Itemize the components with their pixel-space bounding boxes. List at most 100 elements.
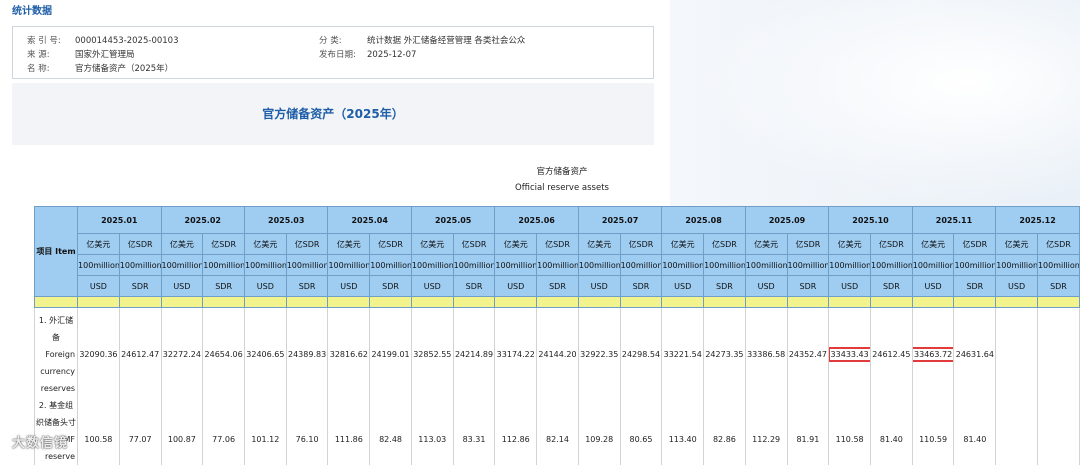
month-header: 2025.06 xyxy=(495,207,578,234)
empty-cell xyxy=(578,397,620,414)
empty-cell xyxy=(871,380,913,397)
table-row: reserve xyxy=(35,448,1080,465)
empty-cell xyxy=(662,312,704,329)
unit-sdr-header: SDR xyxy=(537,276,579,297)
empty-cell xyxy=(161,414,203,431)
table-row: reserves xyxy=(35,380,1080,397)
empty-cell xyxy=(286,312,328,329)
unit-usd-header: 亿美元 xyxy=(244,234,286,255)
header-divider xyxy=(453,297,495,308)
empty-cell xyxy=(745,312,787,329)
unit-usd-header: 亿美元 xyxy=(328,234,370,255)
unit-usd-header: 亿美元 xyxy=(495,234,537,255)
empty-cell xyxy=(662,380,704,397)
month-header: 2025.12 xyxy=(996,207,1080,234)
unit-usd-header: USD xyxy=(161,276,203,297)
empty-cell xyxy=(370,380,412,397)
empty-cell xyxy=(954,380,996,397)
category-value: 统计数据 外汇储备经营管理 各类社会公众 xyxy=(367,36,525,46)
empty-cell xyxy=(411,329,453,346)
cell-value xyxy=(1057,440,1059,442)
empty-cell xyxy=(411,380,453,397)
empty-cell xyxy=(829,397,871,414)
empty-cell xyxy=(745,363,787,380)
empty-cell xyxy=(495,312,537,329)
unit-sdr-header: 亿SDR xyxy=(1037,234,1079,255)
empty-cell xyxy=(871,448,913,465)
empty-cell xyxy=(203,329,245,346)
empty-cell xyxy=(954,312,996,329)
item-header: 项目 Item xyxy=(35,207,78,297)
empty-cell xyxy=(1037,414,1079,431)
header-divider xyxy=(787,297,829,308)
value-cell: 100.58 xyxy=(78,431,120,448)
value-cell: 24298.54 xyxy=(620,346,662,363)
cell-value: 24654.06 xyxy=(204,349,244,360)
month-header: 2025.11 xyxy=(912,207,995,234)
empty-cell xyxy=(119,414,161,431)
empty-cell xyxy=(119,397,161,414)
table-row: IMF100.5877.07100.8777.06101.1276.10111.… xyxy=(35,431,1080,448)
unit-sdr-header: SDR xyxy=(871,276,913,297)
row-label: reserves xyxy=(35,380,78,397)
empty-cell xyxy=(453,380,495,397)
value-cell: 24631.64 xyxy=(954,346,996,363)
month-header: 2025.09 xyxy=(745,207,828,234)
empty-cell xyxy=(829,363,871,380)
date-label: 发布日期: xyxy=(319,48,367,60)
empty-cell xyxy=(578,448,620,465)
empty-cell xyxy=(996,397,1038,414)
empty-cell xyxy=(370,329,412,346)
empty-cell xyxy=(161,312,203,329)
header-divider xyxy=(495,297,537,308)
unit-sdr-header: 100million xyxy=(537,255,579,276)
highlighted-value: 33433.43 xyxy=(830,349,870,360)
empty-cell xyxy=(620,363,662,380)
unit-sdr-header: 100million xyxy=(704,255,746,276)
value-cell: 33221.54 xyxy=(662,346,704,363)
empty-cell xyxy=(244,397,286,414)
empty-cell xyxy=(411,414,453,431)
cell-value: 100.87 xyxy=(167,434,197,445)
empty-cell xyxy=(495,397,537,414)
watermark-logo: 大数信镜 xyxy=(12,432,68,451)
value-cell: 32406.65 xyxy=(244,346,286,363)
cell-value: 32816.62 xyxy=(329,349,369,360)
header-divider xyxy=(620,297,662,308)
empty-cell xyxy=(328,397,370,414)
row-label: 织储备头寸 xyxy=(35,414,78,431)
category-label: 分 类: xyxy=(319,34,367,46)
empty-cell xyxy=(787,397,829,414)
empty-cell xyxy=(704,414,746,431)
header-divider xyxy=(328,297,370,308)
header-divider xyxy=(411,297,453,308)
source-label: 来 源: xyxy=(27,48,75,60)
header-divider xyxy=(370,297,412,308)
table-row: 备 xyxy=(35,329,1080,346)
cell-value: 101.12 xyxy=(250,434,280,445)
empty-cell xyxy=(537,312,579,329)
empty-cell xyxy=(871,414,913,431)
empty-cell xyxy=(78,380,120,397)
cell-value: 32272.24 xyxy=(162,349,202,360)
table-row: Foreign32090.3624612.4732272.2424654.063… xyxy=(35,346,1080,363)
value-cell: 24612.47 xyxy=(119,346,161,363)
empty-cell xyxy=(745,380,787,397)
unit-usd-header: 100million xyxy=(495,255,537,276)
row-label: currency xyxy=(35,363,78,380)
metadata-box: 索 引 号:000014453-2025-00103 分 类:统计数据 外汇储备… xyxy=(12,26,654,79)
unit-sdr-header: SDR xyxy=(954,276,996,297)
empty-cell xyxy=(203,363,245,380)
empty-cell xyxy=(453,312,495,329)
empty-cell xyxy=(954,448,996,465)
empty-cell xyxy=(161,380,203,397)
unit-sdr-header: SDR xyxy=(787,276,829,297)
unit-usd-header: 100million xyxy=(328,255,370,276)
value-cell: 24199.01 xyxy=(370,346,412,363)
empty-cell xyxy=(203,312,245,329)
value-cell xyxy=(1037,431,1079,448)
empty-cell xyxy=(495,380,537,397)
empty-cell xyxy=(370,414,412,431)
empty-cell xyxy=(203,397,245,414)
value-cell xyxy=(996,431,1038,448)
